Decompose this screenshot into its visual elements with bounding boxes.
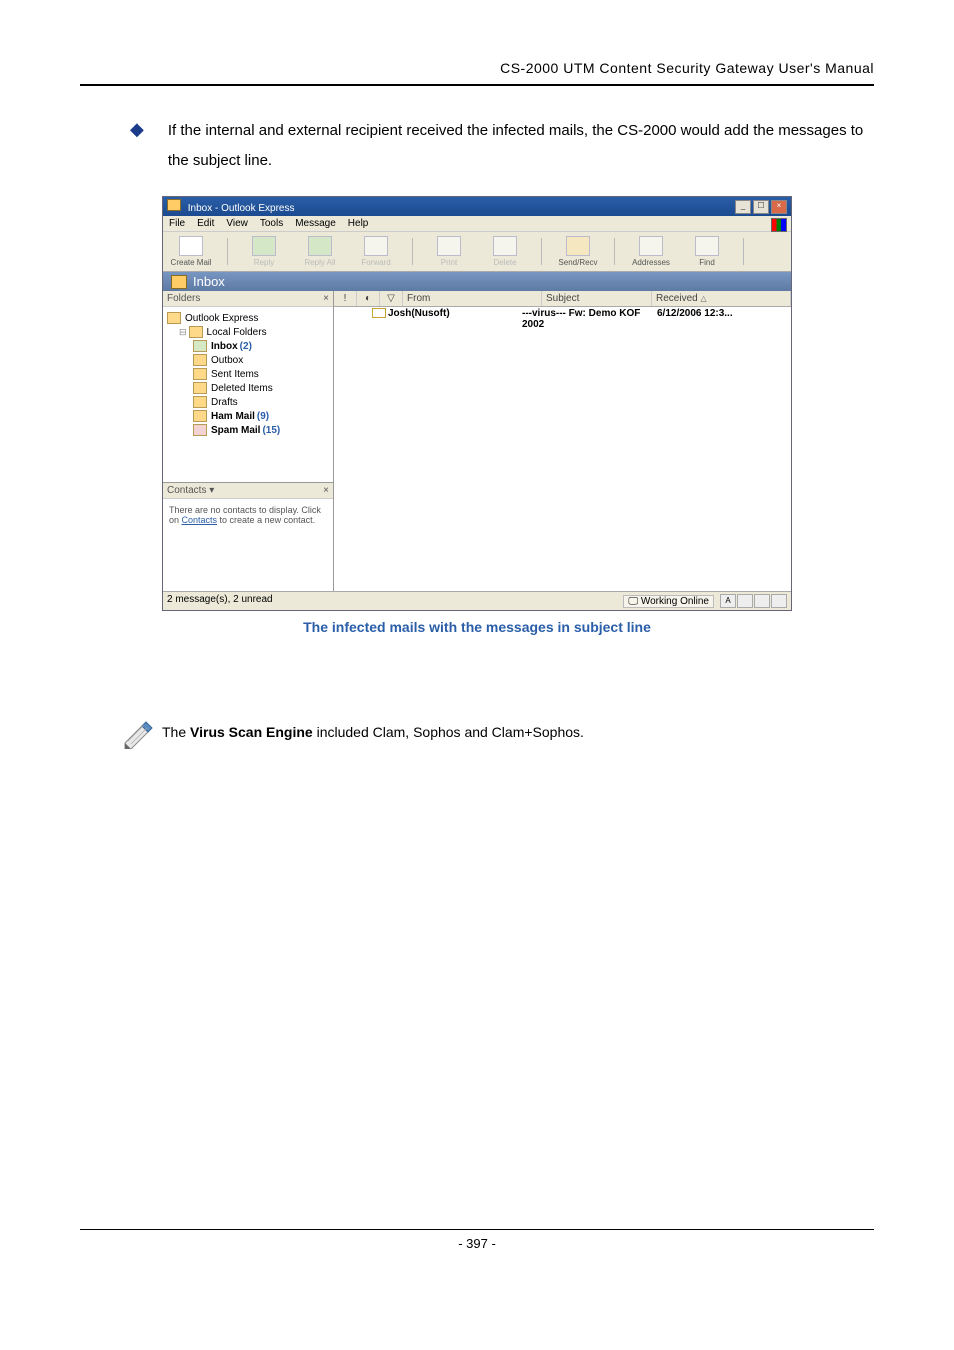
- folder-drafts[interactable]: Drafts: [167, 395, 329, 409]
- folders-close[interactable]: ×: [323, 293, 329, 304]
- folder-outlook-express[interactable]: Outlook Express: [167, 311, 329, 325]
- folder-local-folders[interactable]: ⊟Local Folders: [167, 325, 329, 339]
- mail-icon: [372, 308, 386, 318]
- menu-help[interactable]: Help: [348, 218, 369, 229]
- tb-delete[interactable]: Delete: [483, 236, 527, 267]
- ime-cell[interactable]: [754, 594, 770, 608]
- col-subject[interactable]: Subject: [542, 291, 652, 306]
- doc-header-title: CS-2000 UTM Content Security Gateway Use…: [80, 60, 874, 76]
- windows-flag-icon: [771, 218, 787, 232]
- menu-edit[interactable]: Edit: [197, 218, 214, 229]
- ime-cell[interactable]: [771, 594, 787, 608]
- toolbar: Create Mail Reply Reply All Forward Prin…: [163, 232, 791, 272]
- outlook-screenshot: Inbox - Outlook Express _ ☐ × File Edit …: [162, 196, 792, 635]
- screenshot-caption: The infected mails with the messages in …: [162, 619, 792, 635]
- col-from[interactable]: From: [403, 291, 542, 306]
- folder-spam-mail[interactable]: Spam Mail(15): [167, 423, 329, 437]
- row-received: 6/12/2006 12:3...: [657, 308, 791, 330]
- monitor-icon: 🖵: [628, 596, 638, 607]
- ime-cell[interactable]: A: [720, 594, 736, 608]
- folder-sent[interactable]: Sent Items: [167, 367, 329, 381]
- tb-reply[interactable]: Reply: [242, 236, 286, 267]
- folder-deleted[interactable]: Deleted Items: [167, 381, 329, 395]
- tb-reply-all[interactable]: Reply All: [298, 236, 342, 267]
- status-bar: 2 message(s), 2 unread 🖵 Working Online …: [163, 591, 791, 610]
- col-priority[interactable]: !: [334, 291, 357, 306]
- maximize-button[interactable]: ☐: [753, 200, 769, 214]
- minimize-button[interactable]: _: [735, 200, 751, 214]
- menu-tools[interactable]: Tools: [260, 218, 283, 229]
- col-received[interactable]: Received △: [652, 291, 791, 306]
- folder-ham-mail[interactable]: Ham Mail(9): [167, 409, 329, 423]
- ime-cell[interactable]: [737, 594, 753, 608]
- tb-sendrecv[interactable]: Send/Recv: [556, 236, 600, 267]
- note-text: The Virus Scan Engine included Clam, Sop…: [162, 724, 584, 740]
- menu-view[interactable]: View: [226, 218, 248, 229]
- menubar: File Edit View Tools Message Help: [163, 216, 791, 232]
- contacts-header[interactable]: Contacts ▾ ×: [163, 483, 333, 499]
- folder-tree: Outlook Express ⊟Local Folders Inbox(2) …: [163, 307, 333, 482]
- contacts-close[interactable]: ×: [323, 485, 329, 496]
- viewbar: Inbox: [163, 272, 791, 291]
- bullet-diamond: ◆: [130, 116, 144, 143]
- tb-addresses[interactable]: Addresses: [629, 236, 673, 267]
- col-flag[interactable]: ▽: [380, 291, 403, 306]
- tb-forward[interactable]: Forward: [354, 236, 398, 267]
- viewbar-label: Inbox: [193, 274, 225, 289]
- status-message-count: 2 message(s), 2 unread: [167, 594, 273, 608]
- tb-create-mail[interactable]: Create Mail: [169, 236, 213, 267]
- note-pencil-icon: [120, 715, 160, 749]
- inbox-icon: [171, 275, 187, 289]
- window-titlebar: Inbox - Outlook Express _ ☐ ×: [163, 197, 791, 216]
- app-icon: [167, 199, 181, 211]
- row-subject: ---virus--- Fw: Demo KOF 2002: [522, 308, 657, 330]
- page-footer: - 397 -: [80, 1229, 874, 1251]
- intro-text: If the internal and external recipient r…: [168, 116, 874, 176]
- close-button[interactable]: ×: [771, 200, 787, 214]
- folders-header: Folders ×: [163, 291, 333, 307]
- header-divider: [80, 84, 874, 86]
- window-title: Inbox - Outlook Express: [188, 203, 295, 214]
- message-row[interactable]: Josh(Nusoft) ---virus--- Fw: Demo KOF 20…: [334, 307, 791, 331]
- row-from: Josh(Nusoft): [388, 308, 522, 330]
- col-attachment[interactable]: ◐: [357, 291, 380, 306]
- folder-outbox[interactable]: Outbox: [167, 353, 329, 367]
- contacts-body: There are no contacts to display. Click …: [163, 499, 333, 591]
- message-list-header: ! ◐ ▽ From Subject Received △: [334, 291, 791, 307]
- contacts-link[interactable]: Contacts: [182, 515, 218, 525]
- folder-inbox[interactable]: Inbox(2): [167, 339, 329, 353]
- menu-message[interactable]: Message: [295, 218, 336, 229]
- tb-print[interactable]: Print: [427, 236, 471, 267]
- status-online: 🖵 Working Online: [623, 595, 714, 608]
- menu-file[interactable]: File: [169, 218, 185, 229]
- tb-find[interactable]: Find: [685, 236, 729, 267]
- ime-bar: A: [720, 594, 787, 608]
